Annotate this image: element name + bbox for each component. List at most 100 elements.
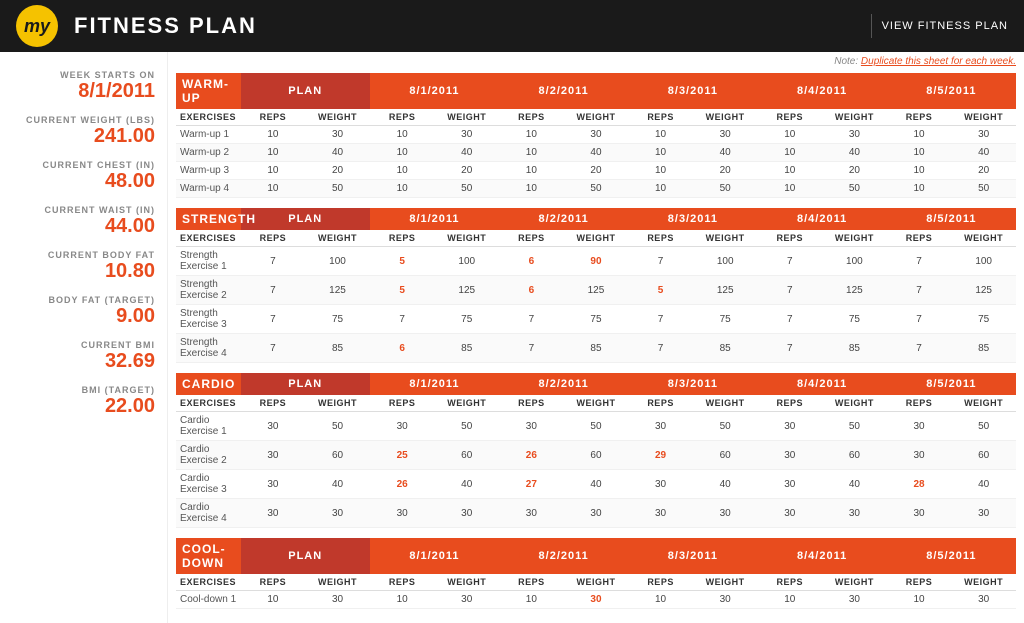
app-title: FITNESS PLAN bbox=[74, 13, 257, 39]
day-cell: 10 bbox=[887, 144, 952, 162]
current-weight-value: 241.00 bbox=[12, 125, 155, 148]
col-day4-reps: REPS bbox=[887, 574, 952, 591]
day-cell: 30 bbox=[693, 126, 758, 144]
plan-cell: 30 bbox=[305, 126, 370, 144]
day-cell: 27 bbox=[499, 470, 564, 499]
current-chest-value: 48.00 bbox=[12, 170, 155, 193]
exercise-name: Warm-up 2 bbox=[176, 144, 241, 162]
col-day2-reps: REPS bbox=[628, 230, 693, 247]
body-fat-target-value: 9.00 bbox=[12, 305, 155, 328]
day-cell: 10 bbox=[499, 144, 564, 162]
exercise-name: Cool-down 1 bbox=[176, 591, 241, 609]
day-cell: 10 bbox=[628, 591, 693, 609]
plan-cell: 7 bbox=[241, 247, 306, 276]
plan-cell: 30 bbox=[305, 591, 370, 609]
cardio-table: CARDIOPLAN8/1/20118/2/20118/3/20118/4/20… bbox=[176, 373, 1016, 528]
day-cell: 7 bbox=[887, 247, 952, 276]
day-cell: 40 bbox=[822, 470, 887, 499]
col-day4-weight: WEIGHT bbox=[951, 109, 1016, 126]
day-cell: 85 bbox=[822, 334, 887, 363]
day-cell: 30 bbox=[951, 499, 1016, 528]
current-body-fat-label: CURRENT BODY FAT bbox=[12, 250, 155, 260]
day-cell: 26 bbox=[370, 470, 435, 499]
day-cell: 7 bbox=[887, 276, 952, 305]
plan-cell: 60 bbox=[305, 441, 370, 470]
plan-cell: 100 bbox=[305, 247, 370, 276]
day-cell: 30 bbox=[693, 499, 758, 528]
day-cell: 20 bbox=[693, 162, 758, 180]
day-cell: 30 bbox=[628, 412, 693, 441]
exercise-name: Strength Exercise 2 bbox=[176, 276, 241, 305]
col-plan-weight: WEIGHT bbox=[305, 574, 370, 591]
day-cell: 7 bbox=[628, 247, 693, 276]
day-cell: 40 bbox=[434, 144, 499, 162]
day-cell: 85 bbox=[693, 334, 758, 363]
exercise-name: Cardio Exercise 1 bbox=[176, 412, 241, 441]
current-waist-label: CURRENT WAIST (IN) bbox=[12, 205, 155, 215]
day-cell: 7 bbox=[757, 305, 822, 334]
day-cell: 50 bbox=[822, 412, 887, 441]
col-plan-reps: REPS bbox=[241, 574, 306, 591]
day-cell: 30 bbox=[693, 591, 758, 609]
day-cell: 30 bbox=[434, 126, 499, 144]
col-day2-reps: REPS bbox=[628, 395, 693, 412]
col-day1-reps: REPS bbox=[499, 574, 564, 591]
col-day0-reps: REPS bbox=[370, 395, 435, 412]
col-day3-weight: WEIGHT bbox=[822, 574, 887, 591]
day-cell: 30 bbox=[370, 412, 435, 441]
day-cell: 10 bbox=[628, 144, 693, 162]
section-name: WARM-UP bbox=[176, 73, 241, 109]
note-duplicate: Duplicate this sheet for each week. bbox=[861, 56, 1016, 67]
day-cell: 75 bbox=[434, 305, 499, 334]
exercise-name: Strength Exercise 4 bbox=[176, 334, 241, 363]
content-area: Note: Duplicate this sheet for each week… bbox=[168, 52, 1024, 623]
day-cell: 10 bbox=[757, 144, 822, 162]
day-cell: 30 bbox=[434, 591, 499, 609]
section-name: COOL-DOWN bbox=[176, 538, 241, 574]
strength-table: STRENGTHPLAN8/1/20118/2/20118/3/20118/4/… bbox=[176, 208, 1016, 363]
col-day4-weight: WEIGHT bbox=[951, 574, 1016, 591]
current-bmi-value: 32.69 bbox=[12, 350, 155, 373]
day-cell: 100 bbox=[822, 247, 887, 276]
col-day3-weight: WEIGHT bbox=[822, 230, 887, 247]
day-cell: 30 bbox=[951, 591, 1016, 609]
day-cell: 7 bbox=[757, 247, 822, 276]
day-cell: 30 bbox=[887, 412, 952, 441]
col-plan-weight: WEIGHT bbox=[305, 230, 370, 247]
day-cell: 40 bbox=[693, 144, 758, 162]
day-cell: 10 bbox=[370, 162, 435, 180]
day-cell: 30 bbox=[951, 126, 1016, 144]
cool-down-table: COOL-DOWNPLAN8/1/20118/2/20118/3/20118/4… bbox=[176, 538, 1016, 609]
week-starts-value: 8/1/2011 bbox=[12, 80, 155, 103]
section-name: STRENGTH bbox=[176, 208, 241, 230]
exercise-name: Warm-up 3 bbox=[176, 162, 241, 180]
day-cell: 125 bbox=[693, 276, 758, 305]
section-cardio: CARDIOPLAN8/1/20118/2/20118/3/20118/4/20… bbox=[176, 373, 1016, 528]
plan-cell: 30 bbox=[241, 412, 306, 441]
day-cell: 50 bbox=[951, 180, 1016, 198]
view-fitness-plan-button[interactable]: VIEW FITNESS PLAN bbox=[882, 20, 1008, 32]
col-day3-reps: REPS bbox=[757, 395, 822, 412]
col-day2-weight: WEIGHT bbox=[693, 574, 758, 591]
day-cell: 29 bbox=[628, 441, 693, 470]
plan-cell: 40 bbox=[305, 144, 370, 162]
section-cool-down: COOL-DOWNPLAN8/1/20118/2/20118/3/20118/4… bbox=[176, 538, 1016, 609]
day-cell: 30 bbox=[757, 412, 822, 441]
table-row: Warm-up 3102010201020102010201020 bbox=[176, 162, 1016, 180]
day-cell: 60 bbox=[434, 441, 499, 470]
day-cell: 20 bbox=[434, 162, 499, 180]
warm-up-table: WARM-UPPLAN8/1/20118/2/20118/3/20118/4/2… bbox=[176, 73, 1016, 198]
day-cell: 40 bbox=[564, 470, 629, 499]
plan-cell: 10 bbox=[241, 144, 306, 162]
col-plan-weight: WEIGHT bbox=[305, 395, 370, 412]
exercise-name: Strength Exercise 1 bbox=[176, 247, 241, 276]
table-row: Strength Exercise 2712551256125512571257… bbox=[176, 276, 1016, 305]
col-day3-reps: REPS bbox=[757, 230, 822, 247]
col-day1-weight: WEIGHT bbox=[564, 395, 629, 412]
exercise-name: Cardio Exercise 2 bbox=[176, 441, 241, 470]
date-header: 8/4/2011 bbox=[757, 73, 886, 109]
day-cell: 26 bbox=[499, 441, 564, 470]
col-plan-weight: WEIGHT bbox=[305, 109, 370, 126]
day-cell: 30 bbox=[564, 591, 629, 609]
section-name: CARDIO bbox=[176, 373, 241, 395]
